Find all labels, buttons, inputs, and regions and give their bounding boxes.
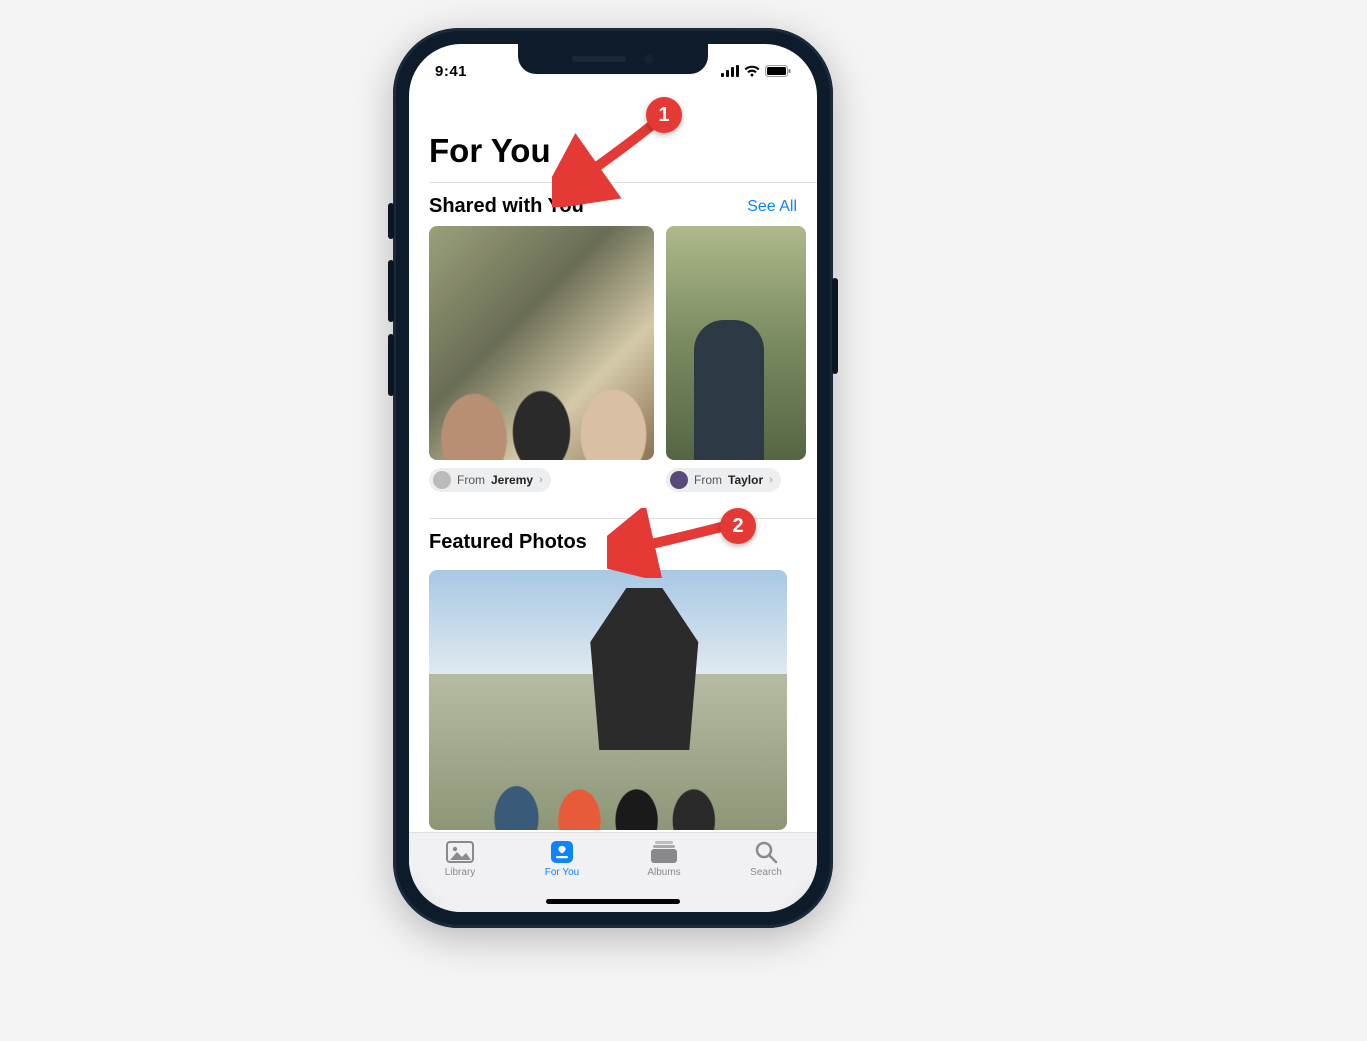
phone-frame: 9:41 For You Shared with You See All xyxy=(393,28,833,928)
library-icon xyxy=(446,839,474,865)
search-icon xyxy=(752,839,780,865)
from-name: Taylor xyxy=(728,473,763,487)
chevron-right-icon: › xyxy=(539,474,543,486)
tab-for-you[interactable]: For You xyxy=(522,839,602,878)
from-name: Jeremy xyxy=(491,473,533,487)
see-all-link[interactable]: See All xyxy=(747,198,797,216)
notch xyxy=(518,44,708,74)
from-prefix: From xyxy=(694,473,722,487)
from-prefix: From xyxy=(457,473,485,487)
featured-photos-header: Featured Photos xyxy=(409,519,817,562)
page-title: For You xyxy=(409,88,817,182)
speaker-grille xyxy=(572,56,626,62)
front-camera xyxy=(644,54,654,64)
albums-icon xyxy=(650,839,678,865)
volume-up-button xyxy=(388,260,394,322)
tab-library[interactable]: Library xyxy=(420,839,500,878)
avatar-icon xyxy=(433,471,451,489)
chevron-right-icon: › xyxy=(769,474,773,486)
tab-label: Search xyxy=(750,867,782,878)
wifi-icon xyxy=(744,65,760,77)
shared-photo-thumbnail[interactable] xyxy=(666,226,806,460)
shared-card[interactable]: From Taylor › xyxy=(666,226,806,494)
status-time: 9:41 xyxy=(435,63,467,80)
content-area[interactable]: For You Shared with You See All From Jer… xyxy=(409,88,817,832)
from-pill[interactable]: From Taylor › xyxy=(666,468,781,492)
shared-with-you-header: Shared with You See All xyxy=(409,183,817,226)
avatar-icon xyxy=(670,471,688,489)
mute-switch xyxy=(388,203,394,239)
tab-search[interactable]: Search xyxy=(726,839,806,878)
from-pill[interactable]: From Jeremy › xyxy=(429,468,551,492)
battery-icon xyxy=(765,65,791,77)
shared-with-you-scroller[interactable]: From Jeremy › From Taylor › xyxy=(409,226,817,494)
tab-label: Albums xyxy=(647,867,680,878)
featured-photo-thumbnail[interactable] xyxy=(429,570,787,830)
cellular-signal-icon xyxy=(721,65,739,77)
tab-label: For You xyxy=(545,867,579,878)
featured-photos-scroller[interactable] xyxy=(409,570,817,830)
tab-albums[interactable]: Albums xyxy=(624,839,704,878)
home-indicator[interactable] xyxy=(546,899,680,904)
shared-with-you-title: Shared with You xyxy=(429,195,584,218)
tab-label: Library xyxy=(445,867,476,878)
screen: 9:41 For You Shared with You See All xyxy=(409,44,817,912)
volume-down-button xyxy=(388,334,394,396)
shared-card[interactable]: From Jeremy › xyxy=(429,226,654,494)
featured-photos-title: Featured Photos xyxy=(429,531,587,554)
status-icons xyxy=(721,65,791,77)
shared-photo-thumbnail[interactable] xyxy=(429,226,654,460)
power-button xyxy=(832,278,838,374)
for-you-icon xyxy=(548,839,576,865)
